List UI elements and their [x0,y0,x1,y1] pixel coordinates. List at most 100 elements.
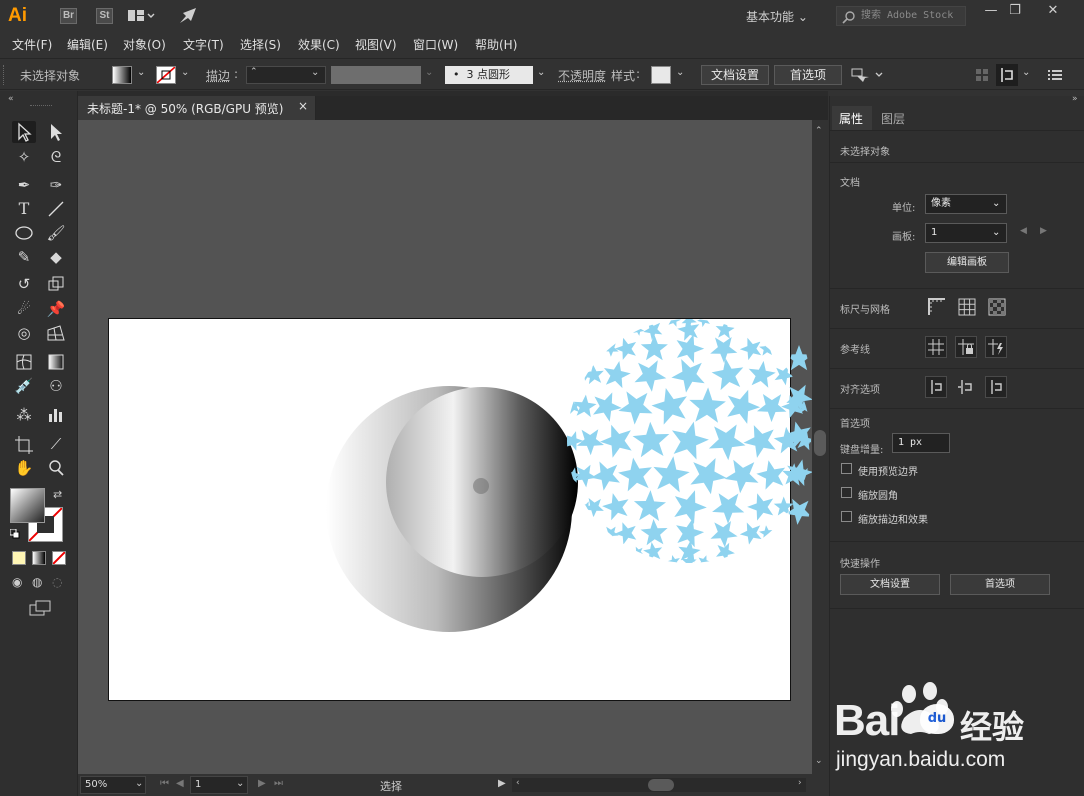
stroke-dropdown-icon[interactable]: ⌄ [181,67,189,78]
panel-menu-icon[interactable] [1048,68,1062,82]
menu-effect[interactable]: 效果(C) [298,36,340,53]
menu-edit[interactable]: 编辑(E) [67,36,108,53]
next-artboard-panel-icon[interactable]: ▶ [1040,226,1047,236]
show-guides-icon[interactable] [925,336,947,358]
prev-artboard-panel-icon[interactable]: ◀ [1020,226,1027,236]
rotate-tool-icon[interactable]: ↺ [12,273,36,295]
menu-help[interactable]: 帮助(H) [475,36,517,53]
snap-to-grid-icon[interactable] [985,376,1007,398]
align-to-icon[interactable] [851,67,885,83]
close-document-icon[interactable]: × [298,99,308,113]
magic-wand-tool-icon[interactable]: ✧ [12,146,36,168]
gradient-tool-icon[interactable] [44,351,68,373]
bridge-badge[interactable]: Br [60,8,77,24]
prev-artboard-icon[interactable]: ◀ [176,778,184,789]
arrange-documents-icon[interactable] [128,9,156,23]
stroke-label[interactable]: 描边 [206,67,230,84]
last-artboard-icon[interactable]: ⏭ [274,778,283,789]
edit-artboards-button[interactable]: 编辑画板 [925,252,1009,273]
warp-tool-icon[interactable]: ☄ [12,298,36,320]
snap-to-pixel-icon[interactable] [955,376,977,398]
tab-layers[interactable]: 图层 [881,110,905,127]
color-mode-icon[interactable] [12,551,26,565]
paintbrush-tool-icon[interactable]: 🖌 [44,222,68,244]
blend-tool-icon[interactable]: ⚇ [44,375,68,397]
default-fill-stroke-icon[interactable] [10,528,20,538]
smart-guides-icon[interactable] [985,336,1007,358]
swap-fill-stroke-icon[interactable]: ⇄ [53,488,62,501]
menu-view[interactable]: 视图(V) [355,36,397,53]
shaper-tool-icon[interactable]: ✎ [12,246,36,268]
selection-tool-icon[interactable] [12,121,36,143]
none-mode-icon[interactable] [52,551,66,565]
pen-tool-icon[interactable]: ✒ [12,174,36,196]
horizontal-scrollbar[interactable]: ‹ › [512,778,806,792]
artboard-select[interactable]: 1 ⌄ [925,223,1007,243]
column-graph-tool-icon[interactable] [44,404,68,426]
variable-width-profile[interactable] [331,66,421,84]
menu-select[interactable]: 选择(S) [240,36,281,53]
shape-builder-tool-icon[interactable]: ◎ [12,322,36,344]
menu-file[interactable]: 文件(F) [12,36,52,53]
close-icon[interactable]: ✕ [1038,2,1068,20]
line-tool-icon[interactable] [44,198,68,220]
collapse-panel-icon[interactable]: « [8,94,20,102]
adobe-stock-search[interactable]: 搜索 Adobe Stock [836,6,966,26]
hand-tool-icon[interactable]: ✋ [12,457,36,479]
brush-dropdown-icon[interactable]: ⌄ [537,67,545,78]
menu-object[interactable]: 对象(O) [123,36,166,53]
snap-to-point-icon[interactable] [925,376,947,398]
lasso-tool-icon[interactable]: ᘓ [44,146,68,168]
scale-strokes-effects-checkbox[interactable] [841,511,852,522]
eraser-tool-icon[interactable]: ◆ [44,246,68,268]
stroke-swatch[interactable] [156,66,176,84]
scale-corners-checkbox[interactable] [841,487,852,498]
brush-definition[interactable]: • 3 点圆形 [445,66,533,84]
opacity-label[interactable]: 不透明度 [558,67,606,84]
gradient-mode-icon[interactable] [32,551,46,565]
zoom-tool-icon[interactable] [44,457,68,479]
fill-color-box-front[interactable] [10,488,45,523]
grip-handle[interactable] [3,65,7,85]
draw-normal-icon[interactable]: ◉ [12,575,26,589]
status-menu-icon[interactable]: ▶ [498,778,506,789]
stepper-icon[interactable]: ⌃ [250,67,258,77]
use-preview-bounds-checkbox[interactable] [841,463,852,474]
lock-guides-icon[interactable] [955,336,977,358]
change-screen-mode-icon[interactable] [28,599,52,617]
preferences-button[interactable]: 首选项 [774,65,842,85]
profile-dropdown-icon[interactable]: ⌄ [425,67,433,78]
stock-badge[interactable]: St [96,8,113,24]
document-setup-button[interactable]: 文档设置 [701,65,769,85]
snap-icon[interactable] [996,64,1018,86]
toolbar-grip[interactable] [30,105,52,108]
units-select[interactable]: 像素 ⌄ [925,194,1007,214]
transparency-grid-icon[interactable] [987,297,1007,317]
horizontal-scroll-thumb[interactable] [648,779,674,791]
eyedropper-tool-icon[interactable]: 💉 [12,375,36,397]
keyboard-increment-field[interactable]: 1 px [892,433,950,453]
ruler-icon[interactable] [927,297,947,317]
grid-icon[interactable] [957,297,977,317]
vertical-scroll-thumb[interactable] [814,430,826,456]
mesh-tool-icon[interactable] [12,351,36,373]
next-artboard-icon[interactable]: ▶ [258,778,266,789]
artboard-tool-icon[interactable] [12,433,36,455]
style-dropdown-icon[interactable]: ⌄ [676,67,684,78]
style-swatch[interactable] [651,66,671,84]
draw-behind-icon[interactable]: ◍ [32,575,46,589]
curvature-tool-icon[interactable]: ✑ [44,174,68,196]
scroll-down-icon[interactable]: ⌄ [815,756,823,766]
type-tool-icon[interactable]: T [12,198,36,220]
scroll-right-icon[interactable]: › [798,778,802,788]
artboard-nav-dropdown-icon[interactable]: ⌄ [236,778,244,789]
fill-dropdown-icon[interactable]: ⌄ [137,67,145,78]
canvas-area[interactable] [78,120,812,774]
snap-dropdown-icon[interactable]: ⌄ [1022,67,1030,78]
quick-document-setup-button[interactable]: 文档设置 [840,574,940,595]
collapse-right-panel-icon[interactable]: » [1072,94,1078,104]
menu-type[interactable]: 文字(T) [183,36,224,53]
workspace-switcher[interactable]: 基本功能 ⌄ [746,8,808,25]
perspective-grid-tool-icon[interactable] [44,322,68,344]
scale-tool-icon[interactable] [44,273,68,295]
